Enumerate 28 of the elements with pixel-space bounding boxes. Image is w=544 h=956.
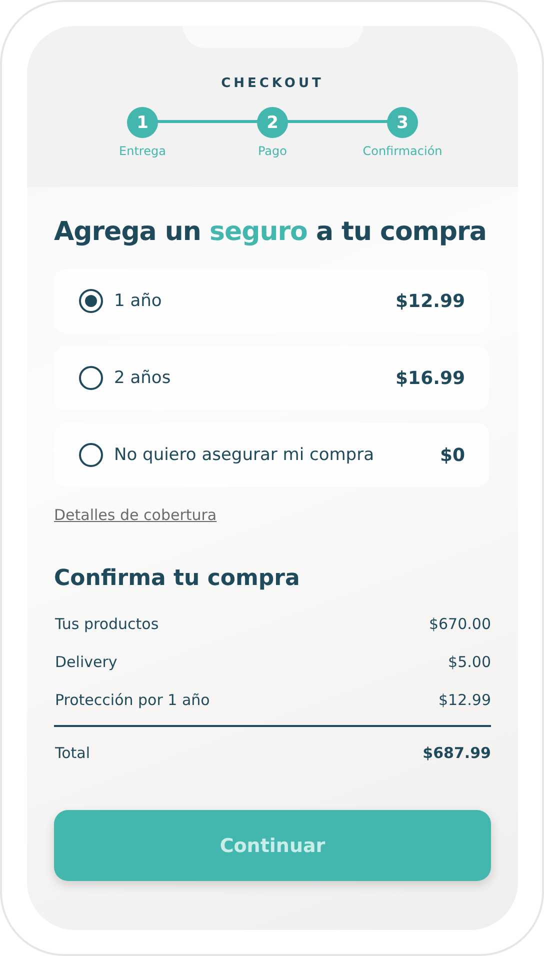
radio-button[interactable] xyxy=(79,366,103,390)
step-number: 3 xyxy=(387,107,418,138)
total-value: $687.99 xyxy=(422,744,491,762)
step-number: 2 xyxy=(257,107,288,138)
checkout-title: CHECKOUT xyxy=(221,76,324,91)
step-label: Confirmación xyxy=(362,144,442,158)
total-label: Total xyxy=(55,744,90,762)
option-price: $0 xyxy=(440,444,465,466)
summary-label: Protección por 1 año xyxy=(55,691,210,709)
insurance-option[interactable]: 2 años $16.99 xyxy=(54,346,489,410)
radio-button[interactable] xyxy=(79,443,103,467)
step-number: 1 xyxy=(127,107,158,138)
summary-value: $12.99 xyxy=(438,691,491,709)
option-label: 2 años xyxy=(114,368,172,388)
step-label: Entrega xyxy=(119,144,166,158)
coverage-link[interactable]: Detalles de cobertura xyxy=(54,506,217,524)
option-price: $16.99 xyxy=(396,368,465,388)
radio-button[interactable] xyxy=(79,289,103,313)
summary-value: $5.00 xyxy=(448,653,491,671)
option-label: No quiero asegurar mi compra xyxy=(114,445,375,465)
summary-label: Tus productos xyxy=(55,615,159,633)
insurance-heading: Agrega un seguro a tu compra xyxy=(54,217,488,247)
option-price: $12.99 xyxy=(396,290,465,312)
summary-label: Delivery xyxy=(55,653,118,671)
summary-heading: Confirma tu compra xyxy=(54,566,301,591)
step-label: Pago xyxy=(258,144,287,158)
option-label: 1 año xyxy=(114,291,163,311)
summary-value: $670.00 xyxy=(428,615,491,633)
